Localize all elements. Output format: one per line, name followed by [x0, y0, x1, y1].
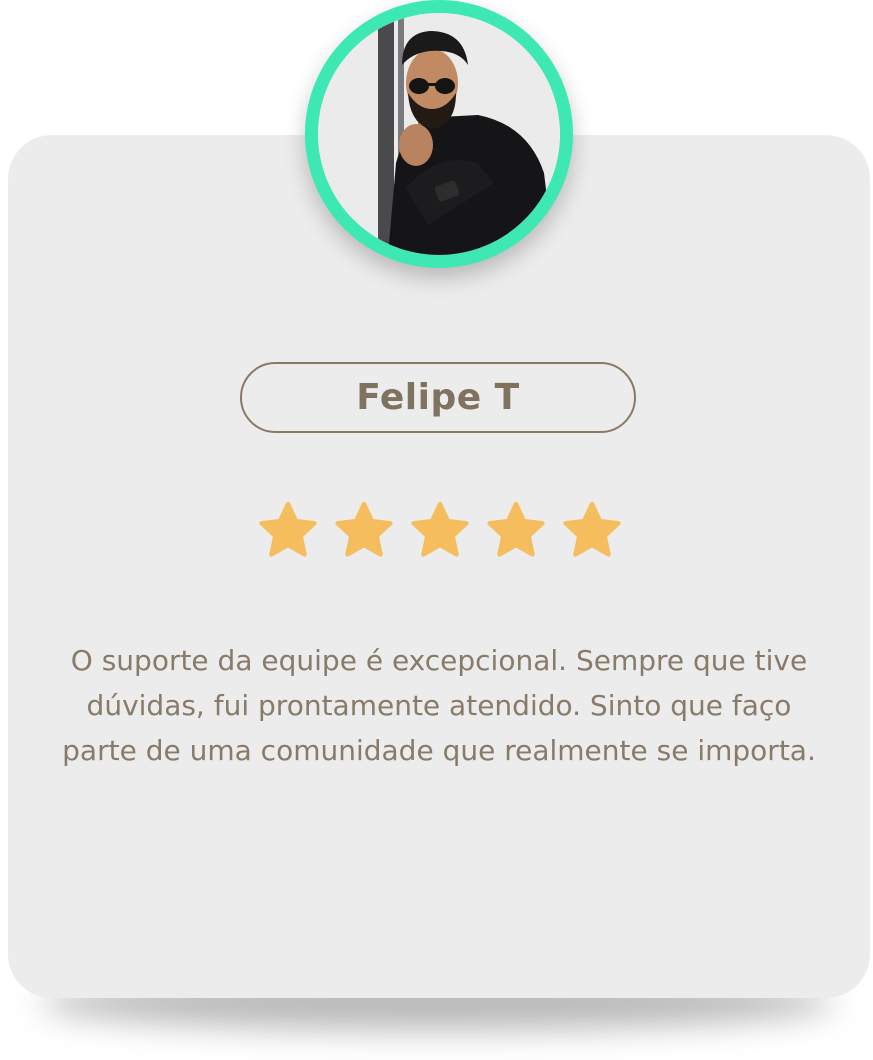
star-icon: [259, 501, 317, 557]
reviewer-name: Felipe T: [356, 377, 520, 418]
testimonial-quote: O suporte da equipe é excepcional. Sempr…: [62, 644, 816, 767]
star-icon: [335, 501, 393, 557]
avatar-ring: [305, 0, 573, 268]
star-rating: [255, 498, 625, 564]
star-icon: [411, 501, 469, 557]
star-icon: [563, 501, 621, 557]
avatar: [318, 13, 560, 255]
name-badge: Felipe T: [240, 362, 636, 433]
star-icon: [487, 501, 545, 557]
